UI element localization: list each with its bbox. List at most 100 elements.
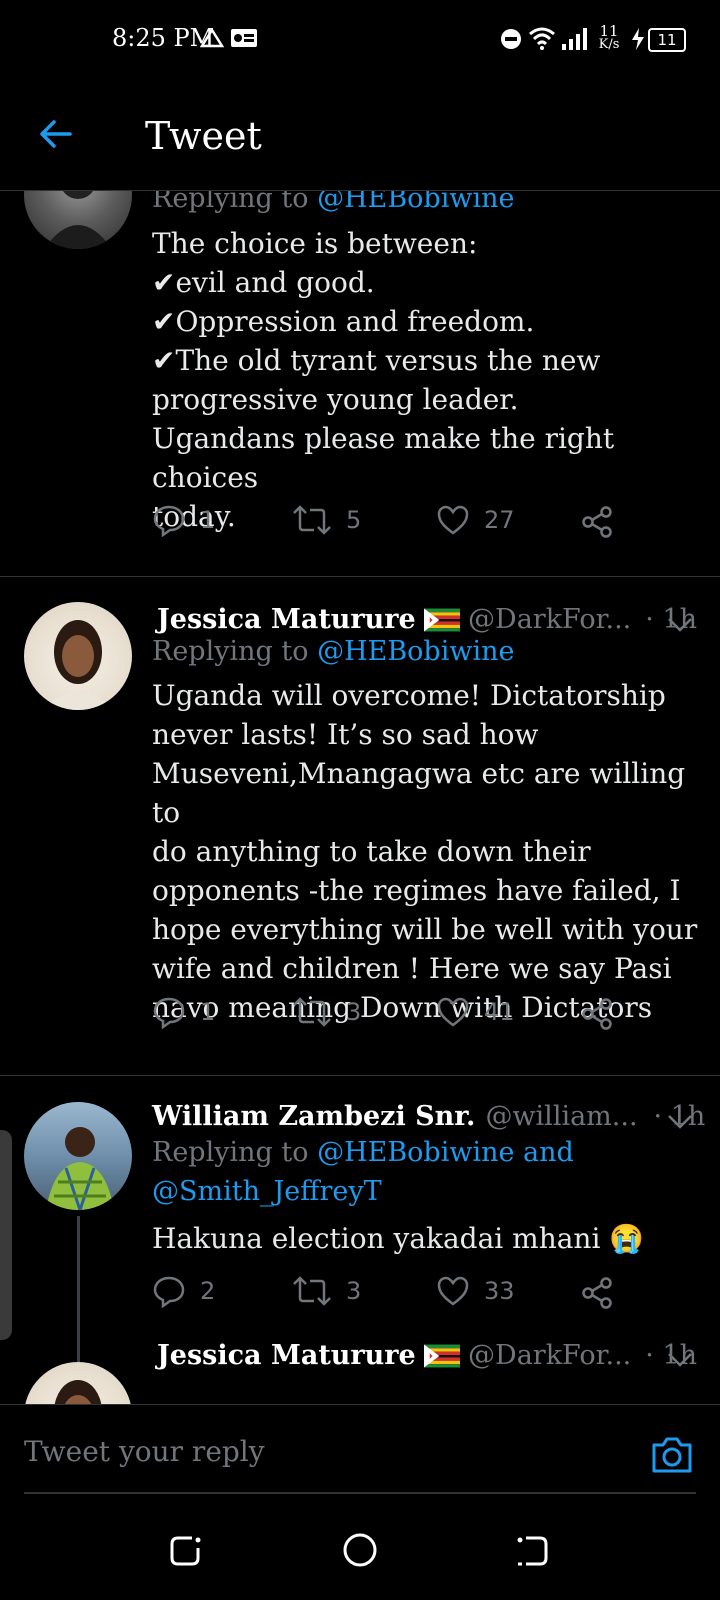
- mention-link[interactable]: @Smith_JeffreyT: [152, 1172, 574, 1211]
- author-handle[interactable]: @william...: [485, 1101, 637, 1132]
- do-not-disturb-icon: [501, 29, 521, 49]
- replying-to: Replying to @HEBobiwine: [152, 636, 514, 667]
- tweet-line: Uganda will overcome! Dictatorship: [152, 679, 666, 712]
- tweet-line: hope everything will be well with your: [152, 913, 698, 946]
- tweet-line: progressive young leader.: [152, 383, 519, 416]
- reply-icon: [153, 997, 185, 1029]
- retweet-count: 5: [346, 506, 362, 534]
- page-title: Tweet: [145, 114, 262, 158]
- recent-apps-icon[interactable]: [168, 1534, 204, 1568]
- retweet-button[interactable]: 3: [292, 1274, 361, 1308]
- heart-icon: [437, 505, 469, 535]
- mention-link[interactable]: @HEBobiwine: [317, 636, 514, 667]
- reply-icon: [153, 505, 185, 537]
- reply-button[interactable]: 1: [152, 503, 215, 537]
- tweet-actions: 1 3 41: [152, 995, 622, 1035]
- retweet-count: 3: [346, 998, 362, 1026]
- retweet-button[interactable]: 5: [292, 503, 361, 537]
- tweet-line: wife and children ! Here we say Pasi: [152, 952, 672, 985]
- chevron-down-icon[interactable]: [667, 1352, 693, 1368]
- replying-to-label: Replying to: [152, 191, 318, 214]
- system-nav-bar: [0, 1500, 720, 1600]
- divider: [24, 1492, 696, 1494]
- signal-icon: [562, 28, 587, 50]
- chevron-down-icon[interactable]: [667, 617, 693, 633]
- network-speed: 11 K/s: [594, 24, 624, 52]
- replying-to: Replying to @HEBobiwine: [152, 191, 514, 214]
- like-count: 27: [484, 506, 515, 534]
- tweet-header: Jessica Maturure @DarkFor... · 1h: [157, 604, 697, 635]
- tweet-line: do anything to take down their: [152, 835, 591, 868]
- avatar[interactable]: [24, 1102, 132, 1210]
- wifi-icon: [529, 27, 555, 50]
- tweet-line: Museveni,Mnangagwa etc are willing to: [152, 757, 686, 829]
- charging-bolt-icon: [632, 28, 644, 50]
- replying-to: Replying to @HEBobiwine and @Smith_Jeffr…: [152, 1133, 574, 1211]
- zimbabwe-flag-icon: [423, 608, 461, 631]
- avatar[interactable]: [24, 191, 132, 249]
- reply-count: 2: [200, 1277, 216, 1305]
- tweet-actions: 1 5 27: [152, 503, 622, 543]
- tweet-line: never lasts! It’s so sad how: [152, 718, 539, 751]
- back-icon[interactable]: [514, 1534, 550, 1568]
- share-icon[interactable]: [580, 1276, 614, 1310]
- tweet-card[interactable]: Jessica Maturure @DarkFor... · 1h: [0, 1340, 720, 1404]
- retweet-count: 3: [346, 1277, 362, 1305]
- like-button[interactable]: 33: [436, 1274, 515, 1308]
- replying-to-label: Replying to: [152, 636, 318, 667]
- avatar[interactable]: [24, 602, 132, 710]
- reply-button[interactable]: 1: [152, 995, 215, 1029]
- like-button[interactable]: 27: [436, 503, 515, 537]
- back-arrow-icon[interactable]: [38, 116, 74, 152]
- author-name[interactable]: Jessica Maturure: [157, 604, 416, 635]
- top-app-bar: Tweet: [0, 80, 720, 191]
- replying-to-label: Replying to: [152, 1137, 318, 1168]
- edge-panel-handle[interactable]: [0, 1130, 12, 1340]
- chevron-down-icon[interactable]: [667, 1114, 693, 1130]
- retweet-icon: [293, 997, 331, 1027]
- share-icon[interactable]: [580, 997, 614, 1031]
- tweet-line: opponents -the regimes have failed, I: [152, 874, 681, 907]
- tweet-line: ✔Oppression and freedom.: [152, 305, 535, 338]
- battery-indicator: 11: [648, 28, 686, 52]
- tweet-actions: 2 3 33: [152, 1274, 622, 1314]
- retweet-icon: [293, 1276, 331, 1306]
- mention-link[interactable]: @HEBobiwine: [317, 191, 514, 214]
- tweet-card[interactable]: Jessica Maturure @DarkFor... · 1h Replyi…: [0, 577, 720, 1076]
- zimbabwe-flag-icon: [423, 1344, 461, 1367]
- reply-input[interactable]: Tweet your reply: [24, 1435, 265, 1468]
- tweet-header: William Zambezi Snr. @william... · 1h: [152, 1101, 705, 1132]
- avatar[interactable]: [24, 1362, 132, 1404]
- reply-button[interactable]: 2: [152, 1274, 215, 1308]
- tweet-line: The choice is between:: [152, 227, 478, 260]
- like-count: 41: [484, 998, 515, 1026]
- retweet-button[interactable]: 3: [292, 995, 361, 1029]
- tweet-text: Hakuna election yakadai mhani 😭: [152, 1222, 645, 1255]
- tweet-line: ✔evil and good.: [152, 266, 375, 299]
- author-handle[interactable]: @DarkFor...: [468, 1340, 631, 1371]
- author-name[interactable]: William Zambezi Snr.: [152, 1101, 475, 1132]
- tweet-line: Ugandans please make the right choices: [152, 422, 615, 494]
- camera-icon[interactable]: [650, 1435, 694, 1475]
- mention-link[interactable]: @HEBobiwine and: [317, 1137, 574, 1168]
- network-speed-value: 11: [599, 22, 619, 40]
- tweet-card[interactable]: Replying to @HEBobiwine The choice is be…: [0, 191, 720, 577]
- status-bar: 8:25 PM 11 K/s 11: [0, 0, 720, 80]
- tweet-line: ✔The old tyrant versus the new: [152, 344, 601, 377]
- author-handle[interactable]: @DarkFor...: [468, 604, 631, 635]
- retweet-icon: [293, 505, 331, 535]
- heart-icon: [437, 1276, 469, 1306]
- share-icon[interactable]: [580, 505, 614, 539]
- author-name[interactable]: Jessica Maturure: [157, 1340, 416, 1371]
- network-speed-unit: K/s: [598, 37, 620, 52]
- reply-count: 1: [200, 998, 216, 1026]
- notification-card-icon: [231, 29, 257, 47]
- like-button[interactable]: 41: [436, 995, 515, 1029]
- tweet-text: Uganda will overcome! Dictatorship never…: [152, 676, 720, 1027]
- reply-count: 1: [200, 506, 216, 534]
- tweet-text: The choice is between: ✔evil and good. ✔…: [152, 224, 720, 536]
- tweet-header: Jessica Maturure @DarkFor... · 1h: [157, 1340, 697, 1371]
- reply-icon: [153, 1276, 185, 1308]
- home-icon[interactable]: [342, 1532, 378, 1568]
- status-time: 8:25 PM: [112, 24, 215, 52]
